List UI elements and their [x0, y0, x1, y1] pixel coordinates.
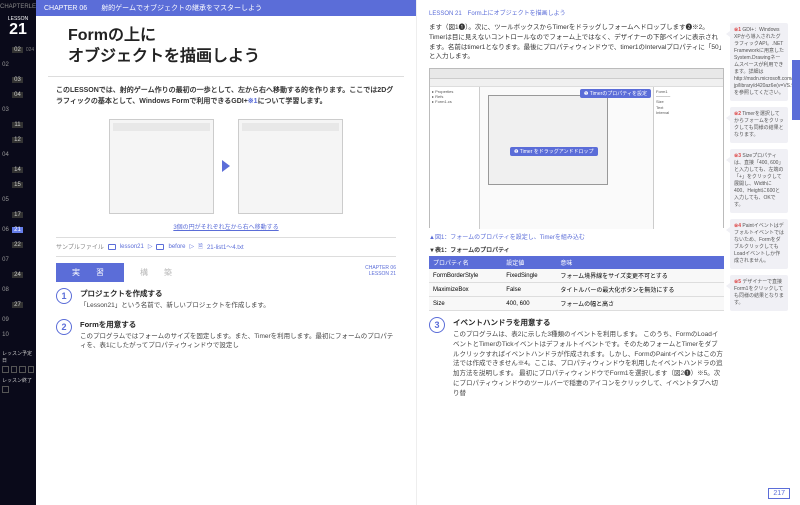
- chapter-gutter: CHAPTERLESSONDAYS 0101014020240203040311…: [0, 0, 36, 505]
- page-title: Formの上にオブジェクトを描画しよう: [48, 16, 404, 77]
- margin-note: ※5 デザイナーで直接Form1をクリックしても同様の結果となります。: [730, 275, 788, 311]
- step-number: 1: [56, 288, 72, 304]
- screenshot-caption: 3個の円がそれぞれ左から右へ移動する: [36, 222, 416, 231]
- step-desc: このプログラムではフォームのサイズを固定します。また、Timerを利用します。最…: [80, 332, 396, 352]
- screenshot-after: [238, 119, 343, 214]
- arrow-icon: [222, 160, 230, 172]
- step-desc: このプログラムは、表2に示した3種類のイベントを利用します。 このうち、Form…: [453, 330, 724, 398]
- folder-icon: [156, 244, 164, 250]
- body-text: ます（図1❶）。次に、ツールボックスからTimerをドラッグしフォームへドロップ…: [429, 23, 724, 62]
- left-page: CHAPTER 06 射的ゲームでオブジェクトの継承をマスターしよう LESSO…: [36, 0, 416, 505]
- margin-note: ※4 Paintイベントはデフォルトイベントではないため、Formをダブルクリッ…: [730, 219, 788, 269]
- step-number: 2: [56, 319, 72, 335]
- step-desc: 「Lesson21」という名前で、新しいプロジェクトを作成します。: [80, 301, 270, 311]
- page-number: 217: [768, 488, 790, 499]
- right-page: LESSON 21 Form上にオブジェクトを描画しよう ます（図1❶）。次に、…: [416, 0, 800, 505]
- step-title: プロジェクトを作成する: [80, 288, 270, 299]
- ide-screenshot: ▸ Properties▸ Refs▸ Form1.cs ❶ Timerのプロパ…: [429, 68, 724, 228]
- tab-practice[interactable]: 実 習: [56, 263, 124, 282]
- running-header: LESSON 21 Form上にオブジェクトを描画しよう: [429, 8, 788, 17]
- margin-note: ※1 GDI+：Windows XPから導入されたグラフィックAPI。.NET …: [730, 23, 788, 101]
- screenshot-before: [109, 119, 214, 214]
- lesson-badge: LESSON 21: [0, 14, 36, 42]
- margin-note: ※2 Timerを選択してからフォームをクリックしても同様の結果となります。: [730, 107, 788, 143]
- step-title: Formを用意する: [80, 319, 396, 330]
- tab-build[interactable]: 構 築: [124, 263, 192, 282]
- figure-caption: ▲図1：フォームのプロパティを設定し、Timerを組み込む: [429, 232, 724, 241]
- step-title: イベントハンドラを用意する: [453, 317, 724, 328]
- properties-table: プロパティ名設定値意味 FormBorderStyleFixedSingleフォ…: [429, 256, 724, 311]
- sample-file-bar: サンプルファイル lesson21 ▷ before ▷ 🗎21-list1〜4…: [56, 237, 396, 257]
- table-caption: ▼表1：フォームのプロパティ: [429, 245, 724, 254]
- folder-icon: [108, 244, 116, 250]
- chapter-tab: [792, 60, 800, 120]
- file-icon: 🗎: [198, 242, 203, 252]
- intro-text: このLESSONでは、射的ゲーム作りの最初の一歩として、左から右へ移動する的を作…: [36, 77, 416, 115]
- step-number: 3: [429, 317, 445, 333]
- margin-note: ※3 Sizeプロパティは、直接「400, 600」と入力しても、左端の「+」を…: [730, 149, 788, 213]
